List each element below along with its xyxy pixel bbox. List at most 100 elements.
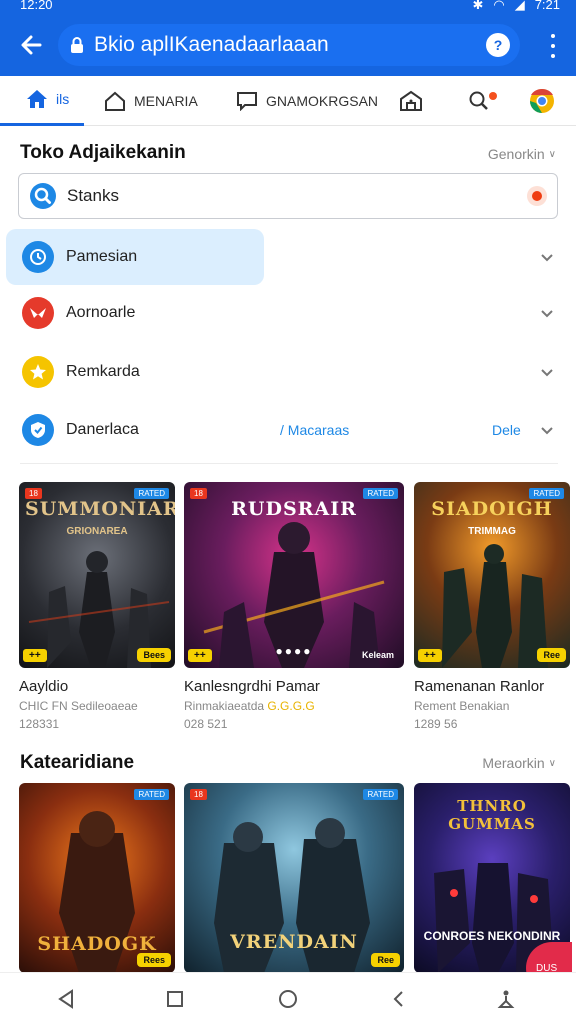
url-text: Bkio aplIKaenadaarlaaan — [94, 33, 329, 56]
wifi-icon: ◠ — [493, 0, 505, 12]
star-icon — [22, 356, 54, 388]
nav-chevron-button[interactable] — [387, 987, 411, 1011]
record-icon[interactable] — [527, 186, 547, 206]
store-icon — [400, 90, 422, 111]
tab-bar: ils MENARIA GNAMOKRGSAN — [0, 76, 576, 126]
price-badge: Rees — [137, 953, 171, 967]
shield-icon — [22, 414, 54, 446]
search-tab-button[interactable] — [468, 76, 498, 126]
search-icon — [30, 183, 56, 209]
rated-badge: RATED — [134, 789, 169, 800]
game-subtitle: CHIC FN Sedileoaeae — [19, 699, 138, 713]
status-bar: 12:20 ✱ ◠ ◢ 7:21 — [0, 0, 576, 14]
search-input[interactable]: Stanks — [18, 173, 558, 219]
square-icon — [167, 991, 183, 1007]
chevron-down-icon: ∨ — [548, 757, 556, 769]
categories-title: Katearidiane — [20, 752, 135, 773]
tab-gnamokrgsan[interactable]: GNAMOKRGSAN — [236, 76, 378, 126]
game-thumbnail[interactable]: RUDSRAIR 18 RATED ++ ●●●● Keleam — [184, 482, 404, 668]
tab-gnamokrgsan-label: GNAMOKRGSAN — [266, 92, 379, 109]
price-badge: Ree — [371, 953, 400, 967]
game-art-title: RUDSRAIR — [231, 498, 357, 520]
game-count: 128331 — [19, 717, 60, 731]
chevron-down-icon — [541, 310, 553, 318]
age-rating-badge: 18 — [25, 488, 42, 499]
chevron-down-icon — [541, 369, 553, 377]
divider — [20, 463, 558, 464]
clock-icon — [22, 241, 54, 273]
list-item-danerlaca[interactable]: Danerlaca / Macaraas Dele — [0, 402, 576, 458]
game-card[interactable]: SHADOGK RATED Rees — [19, 783, 175, 973]
chevron-down-icon — [541, 254, 553, 262]
browser-button[interactable] — [528, 76, 556, 126]
lock-icon — [70, 36, 84, 54]
search-value: Stanks — [67, 186, 119, 205]
game-card[interactable]: VRENDAIN 18 RATED Ree — [184, 783, 404, 973]
game-title: Aayldio — [19, 678, 69, 695]
tab-menaria-label: MENARIA — [134, 92, 198, 109]
game-thumbnail[interactable]: SUMMONIAR GRIONAREA 18 RATED ++ Bees — [19, 482, 175, 668]
nav-back-button[interactable] — [54, 987, 78, 1011]
chevron-down-icon — [541, 427, 553, 435]
game-art-title: VRENDAIN — [230, 931, 358, 953]
game-count: 1289 56 — [414, 717, 458, 731]
game-card[interactable]: SIADOIGH TRIMMAG RATED ++ Ree Ramenanan … — [414, 482, 570, 731]
game-art-subtitle: GRIONAREA — [66, 526, 128, 537]
list-item-pamesian[interactable]: Pamesian — [0, 229, 576, 285]
game-thumbnail[interactable]: SHADOGK RATED Rees — [19, 783, 175, 973]
list-item-link[interactable]: / Macaraas — [280, 422, 349, 438]
triangle-back-icon — [58, 989, 73, 1009]
categories-more-link[interactable]: Meraorkin ∨ — [482, 755, 556, 771]
mail-icon — [22, 297, 54, 329]
game-art-subtitle: CONROES NEKONDINR — [423, 929, 561, 943]
rating-stars: G.G.G.G — [267, 699, 315, 713]
nav-accessibility-button[interactable] — [494, 987, 518, 1011]
game-art-title: SIADOIGH — [431, 498, 553, 520]
chevron-down-icon: ∨ — [548, 148, 556, 160]
game-art-title: SHADOGK — [37, 933, 157, 955]
url-field[interactable]: Bkio aplIKaenadaarlaaan ? — [58, 24, 520, 66]
store-button[interactable] — [398, 76, 424, 126]
tab-home[interactable]: ils — [0, 76, 84, 126]
tab-menaria[interactable]: MENARIA — [104, 76, 198, 126]
tab-home-label: ils — [56, 91, 70, 107]
list-item-remkarda[interactable]: Remkarda — [0, 344, 576, 400]
game-title: Kanlesngrdhi Pamar — [184, 678, 320, 695]
list-item-action[interactable]: Dele — [492, 422, 521, 438]
home-icon — [27, 90, 47, 108]
game-subtitle: Rement Benakian — [414, 699, 510, 713]
plus-badge: ++ — [418, 649, 442, 662]
store-more-link[interactable]: Genorkin ∨ — [488, 146, 556, 162]
store-more-label: Genorkin — [487, 146, 545, 162]
game-count: 028 521 — [184, 717, 228, 731]
nav-home-button[interactable] — [276, 987, 300, 1011]
nav-recents-button[interactable] — [163, 987, 187, 1011]
browser-icon — [530, 88, 554, 113]
system-nav-bar — [0, 972, 576, 1024]
chat-icon — [237, 91, 257, 111]
game-subtitle-text: Rinmakiaeatda — [184, 699, 265, 713]
game-art-subtitle: TRIMMAG — [468, 526, 516, 537]
info-badge-icon[interactable]: ? — [486, 33, 510, 57]
game-art-title: SUMMONIAR — [25, 498, 175, 520]
status-right-time: 7:21 — [534, 0, 560, 12]
search-icon — [469, 91, 497, 110]
rated-badge: RATED — [363, 488, 398, 499]
back-button[interactable] — [14, 28, 48, 62]
game-card[interactable]: RUDSRAIR 18 RATED ++ ●●●● Keleam Kanlesn… — [184, 482, 404, 731]
price-badge: Ree — [537, 648, 566, 662]
price-badge: Bees — [137, 648, 171, 662]
plus-badge: ++ — [23, 649, 47, 662]
overflow-menu-button[interactable] — [544, 34, 562, 58]
signal-icon: ◢ — [514, 0, 525, 12]
game-card[interactable]: SUMMONIAR GRIONAREA 18 RATED ++ Bees Aay… — [19, 482, 175, 731]
game-title: Ramenanan Ranlor — [414, 678, 545, 695]
house-outline-icon — [105, 91, 125, 111]
store-title: Toko Adjaikekanin — [20, 142, 186, 163]
list-item-aornoarle[interactable]: Aornoarle — [0, 285, 576, 341]
categories-more-label: Meraorkin — [482, 755, 545, 771]
list-item-label: Danerlaca — [66, 421, 139, 438]
game-thumbnail[interactable]: VRENDAIN 18 RATED Ree — [184, 783, 404, 973]
rated-badge: RATED — [529, 488, 564, 499]
game-thumbnail[interactable]: SIADOIGH TRIMMAG RATED ++ Ree — [414, 482, 570, 668]
